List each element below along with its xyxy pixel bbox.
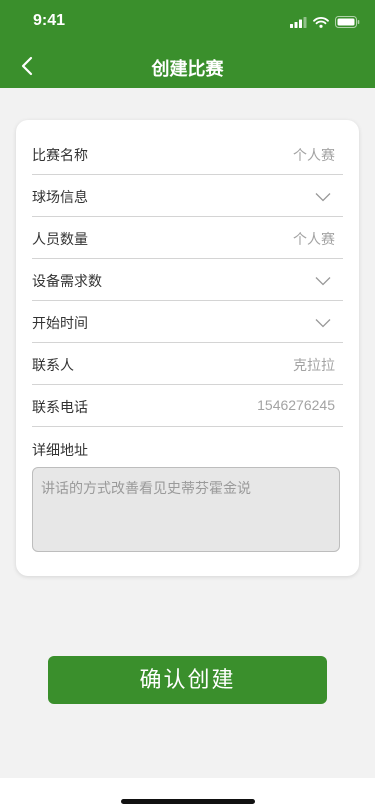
field-value: 克拉拉 xyxy=(293,357,335,373)
address-textarea[interactable]: 讲话的方式改善看见史蒂芬霍金说 xyxy=(32,467,340,552)
equipment-count-select[interactable]: 设备需求数 xyxy=(32,258,343,301)
header: 9:41 创建比赛 xyxy=(0,0,375,88)
status-icons xyxy=(290,16,360,28)
status-time: 9:41 xyxy=(33,12,66,29)
field-value: 1546276245 xyxy=(257,397,335,413)
contact-person-field[interactable]: 联系人 克拉拉 xyxy=(32,342,343,385)
match-name-field[interactable]: 比赛名称 个人赛 xyxy=(32,132,343,175)
field-value: 个人赛 xyxy=(293,147,335,163)
player-count-field[interactable]: 人员数量 个人赛 xyxy=(32,216,343,259)
chevron-down-icon xyxy=(315,277,331,286)
home-indicator-area xyxy=(0,778,375,812)
nav-bar: 创建比赛 xyxy=(0,44,375,88)
confirm-create-button[interactable]: 确认创建 xyxy=(48,656,327,704)
page-title: 创建比赛 xyxy=(151,59,224,79)
field-label: 设备需求数 xyxy=(32,273,102,289)
field-value: 个人赛 xyxy=(293,231,335,247)
status-bar: 9:41 xyxy=(0,0,375,44)
cellular-signal-icon xyxy=(290,16,307,28)
wifi-icon xyxy=(313,16,329,28)
home-indicator xyxy=(121,799,255,804)
contact-phone-field[interactable]: 联系电话 1546276245 xyxy=(32,384,343,427)
court-info-select[interactable]: 球场信息 xyxy=(32,174,343,217)
chevron-down-icon xyxy=(315,319,331,328)
field-label: 联系电话 xyxy=(32,399,88,415)
chevron-down-icon xyxy=(315,193,331,202)
field-label: 人员数量 xyxy=(32,231,88,247)
field-label: 球场信息 xyxy=(32,189,88,205)
start-time-select[interactable]: 开始时间 xyxy=(32,300,343,343)
field-label: 比赛名称 xyxy=(32,147,88,163)
field-label: 联系人 xyxy=(32,357,74,373)
form-card: 比赛名称 个人赛 球场信息 人员数量 个人赛 设备需求数 开始时间 联系人 克拉… xyxy=(16,120,359,576)
address-label: 详细地址 xyxy=(32,442,88,458)
field-label: 开始时间 xyxy=(32,315,88,331)
battery-icon xyxy=(335,16,360,28)
